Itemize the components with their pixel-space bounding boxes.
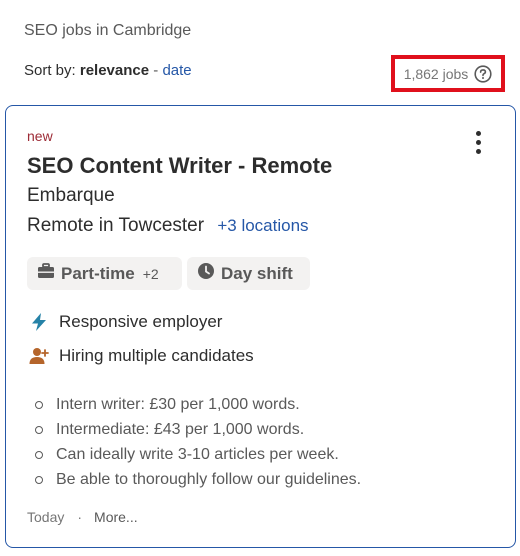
sort-date-link[interactable]: date xyxy=(162,62,191,79)
job-count-text: 1,862 jobs xyxy=(403,65,469,82)
snippet-item: Intern writer: £30 per 1,000 words. xyxy=(35,392,505,417)
responsive-employer-feature: Responsive employer xyxy=(29,312,222,332)
posted-date: Today xyxy=(27,509,65,525)
shift-label: Day shift xyxy=(221,263,293,283)
job-type-label: Part-time xyxy=(61,263,135,283)
new-badge: new xyxy=(27,128,53,144)
clock-icon xyxy=(197,262,215,285)
shift-tag: Day shift xyxy=(187,257,310,290)
footer-separator: · xyxy=(77,509,83,525)
job-title-link[interactable]: SEO Content Writer - Remote xyxy=(27,153,332,179)
company-name: Embarque xyxy=(27,185,115,206)
job-count-box: 1,862 jobs xyxy=(391,55,505,92)
hiring-multiple-feature: Hiring multiple candidates xyxy=(29,346,254,366)
snippet-item: Be able to thoroughly follow our guideli… xyxy=(35,467,505,492)
job-type-tag: Part-time +2 xyxy=(27,257,182,290)
sort-controls: Sort by: relevance - date xyxy=(24,62,192,79)
lightning-icon xyxy=(29,312,49,332)
job-card[interactable]: new SEO Content Writer - Remote Embarque… xyxy=(5,105,516,548)
add-person-icon xyxy=(29,346,49,366)
more-options-icon[interactable] xyxy=(466,128,490,158)
location-text: Remote in Towcester xyxy=(27,215,205,236)
search-context-heading: SEO jobs in Cambridge xyxy=(24,22,192,39)
snippet-item: Intermediate: £43 per 1,000 words. xyxy=(35,417,505,442)
briefcase-icon xyxy=(37,263,55,284)
snippet-item: Can ideally write 3-10 articles per week… xyxy=(35,442,505,467)
sort-label: Sort by: xyxy=(24,62,76,79)
card-footer: Today · More... xyxy=(27,509,138,525)
feature-label: Responsive employer xyxy=(59,312,223,331)
more-locations-link[interactable]: +3 locations xyxy=(217,216,308,235)
help-icon[interactable] xyxy=(474,64,492,83)
job-type-extra-count: +2 xyxy=(142,265,159,282)
sort-separator: - xyxy=(153,62,159,79)
sort-relevance-active: relevance xyxy=(79,62,150,79)
more-link[interactable]: More... xyxy=(94,509,138,525)
job-snippet: Intern writer: £30 per 1,000 words. Inte… xyxy=(35,392,505,492)
job-location: Remote in Towcester +3 locations xyxy=(27,215,309,237)
feature-label: Hiring multiple candidates xyxy=(59,346,254,365)
